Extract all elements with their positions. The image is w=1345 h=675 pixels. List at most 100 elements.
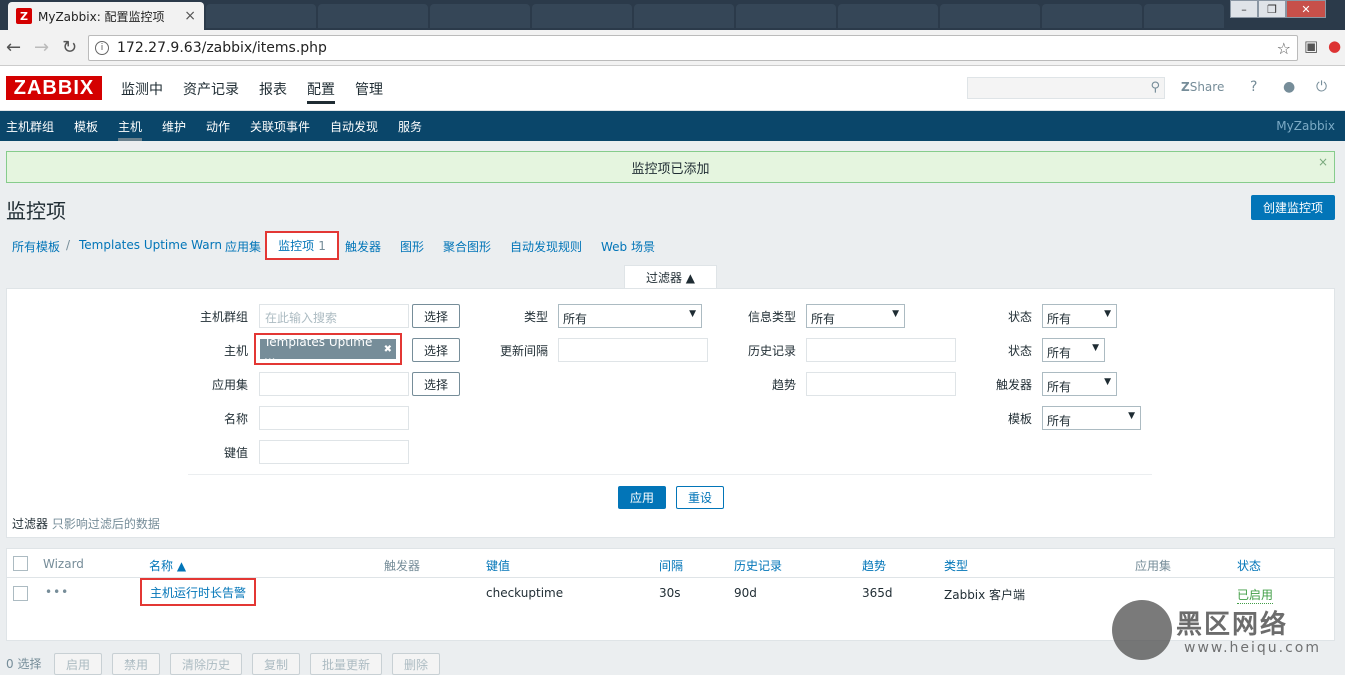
info-type-select[interactable]: 所有 ▼ [806,304,905,328]
minimize-icon[interactable]: – [1230,0,1258,18]
row-key: checkuptime [486,586,564,600]
name-input[interactable] [259,406,409,430]
mass-update-button[interactable]: 批量更新 [310,653,382,675]
chevron-down-icon: ▼ [1104,309,1111,319]
breadcrumb-web-scenarios[interactable]: Web 场景 [601,238,655,255]
reload-icon[interactable]: ↻ [62,37,77,58]
breadcrumb-template[interactable]: Templates Uptime Warn [79,238,222,252]
key-input[interactable] [259,440,409,464]
help-icon[interactable]: ? [1250,79,1257,95]
browser-tab[interactable] [430,4,530,28]
info-icon[interactable]: i [95,41,109,55]
zabbix-favicon-icon: Z [16,8,32,24]
type-select[interactable]: 所有 ▼ [558,304,702,328]
close-tab-icon[interactable]: × [184,8,196,24]
subnav-services[interactable]: 服务 [398,118,422,135]
application-select-button[interactable]: 选择 [412,372,460,396]
application-input[interactable] [259,372,409,396]
subnav-maintenance[interactable]: 维护 [162,118,186,135]
menu-monitoring[interactable]: 监测中 [121,79,163,99]
browser-tab[interactable] [838,4,938,28]
url-input[interactable]: i 172.27.9.63/zabbix/items.php ☆ [88,35,1298,61]
header-key[interactable]: 键值 [486,557,510,574]
hostgroup-select-button[interactable]: 选择 [412,304,460,328]
delete-button[interactable]: 删除 [392,653,440,675]
copy-button[interactable]: 复制 [252,653,300,675]
hostgroup-input[interactable]: 在此输入搜索 [259,304,409,328]
browser-tab[interactable] [206,4,316,28]
host-select-button[interactable]: 选择 [412,338,460,362]
search-input[interactable]: ⚲ [967,77,1165,99]
browser-tab-active[interactable]: Z MyZabbix: 配置监控项 × [8,2,204,30]
select-all-checkbox[interactable] [13,556,28,571]
user-profile-icon[interactable]: ● [1283,79,1295,95]
breadcrumb-discovery-rules[interactable]: 自动发现规则 [510,238,582,255]
clear-history-button[interactable]: 清除历史 [170,653,242,675]
header-status[interactable]: 状态 [1237,557,1261,574]
header-interval[interactable]: 间隔 [659,557,683,574]
item-name-link[interactable]: 主机运行时长告警 [140,578,256,606]
apply-button[interactable]: 应用 [618,486,666,509]
browser-tab[interactable] [1042,4,1142,28]
enable-button[interactable]: 启用 [54,653,102,675]
filter-tab[interactable]: 过滤器 ▲ [624,265,717,289]
browser-tab[interactable] [318,4,428,28]
window-close-icon[interactable]: ✕ [1286,0,1326,18]
wizard-menu-icon[interactable]: ••• [45,585,69,599]
breadcrumb-applications[interactable]: 应用集 [225,238,261,255]
trend-input[interactable] [806,372,956,396]
row-checkbox[interactable] [13,586,28,601]
breadcrumb-triggers[interactable]: 触发器 [345,238,381,255]
breadcrumb-items[interactable]: 监控项 1 [265,231,339,260]
zabbix-logo[interactable]: ZABBIX [6,76,102,100]
template-select[interactable]: 所有 ▼ [1042,406,1141,430]
state-select[interactable]: 所有 ▼ [1042,304,1117,328]
triggers-select[interactable]: 所有 ▼ [1042,372,1117,396]
menu-configuration[interactable]: 配置 [307,79,335,104]
subnav-templates[interactable]: 模板 [74,118,98,135]
browser-tab[interactable] [1144,4,1224,28]
sub-navigation: 主机群组 模板 主机 维护 动作 关联项事件 自动发现 服务 MyZabbix [0,111,1345,141]
items-count: 1 [318,238,326,253]
interval-label: 更新间隔 [499,344,548,358]
logout-icon[interactable]: ⏻ [1316,79,1327,95]
history-input[interactable] [806,338,956,362]
breadcrumb-graphs[interactable]: 图形 [400,238,424,255]
breadcrumb-all-templates[interactable]: 所有模板 [12,238,60,255]
reset-button[interactable]: 重设 [676,486,724,509]
back-icon[interactable]: ← [6,37,21,58]
subnav-discovery[interactable]: 自动发现 [330,118,378,135]
menu-administration[interactable]: 管理 [355,79,383,99]
menu-inventory[interactable]: 资产记录 [183,79,239,99]
disable-button[interactable]: 禁用 [112,653,160,675]
close-icon[interactable]: × [1318,155,1328,169]
extension-block-icon[interactable]: ● [1328,37,1341,55]
header-name[interactable]: 名称 ▲ [149,557,186,574]
header-history[interactable]: 历史记录 [734,557,782,574]
breadcrumb-screens[interactable]: 聚合图形 [443,238,491,255]
header-trends[interactable]: 趋势 [862,557,886,574]
header-triggers: 触发器 [384,559,421,573]
subnav-correlation[interactable]: 关联项事件 [250,118,310,135]
browser-tab[interactable] [736,4,836,28]
share-button[interactable]: ZShare [1181,80,1224,94]
interval-input[interactable] [558,338,708,362]
browser-tab[interactable] [634,4,734,28]
search-icon[interactable]: ⚲ [1150,80,1160,95]
browser-tab[interactable] [532,4,632,28]
restore-icon[interactable]: ❐ [1258,0,1286,18]
host-multiselect[interactable]: Templates Uptime ... ✖ [254,333,402,365]
create-item-button[interactable]: 创建监控项 [1251,195,1335,220]
subnav-host-groups[interactable]: 主机群组 [6,118,54,135]
status-select[interactable]: 所有 ▼ [1042,338,1105,362]
header-type[interactable]: 类型 [944,557,968,574]
extension-icon[interactable]: ▣ [1304,37,1318,55]
remove-tag-icon[interactable]: ✖ [384,344,392,355]
browser-tab[interactable] [940,4,1040,28]
forward-icon[interactable]: → [34,37,49,58]
subnav-hosts[interactable]: 主机 [118,118,142,135]
bookmark-star-icon[interactable]: ☆ [1277,39,1291,58]
chevron-down-icon: ▼ [1128,411,1135,421]
subnav-actions[interactable]: 动作 [206,118,230,135]
menu-reports[interactable]: 报表 [259,79,287,99]
